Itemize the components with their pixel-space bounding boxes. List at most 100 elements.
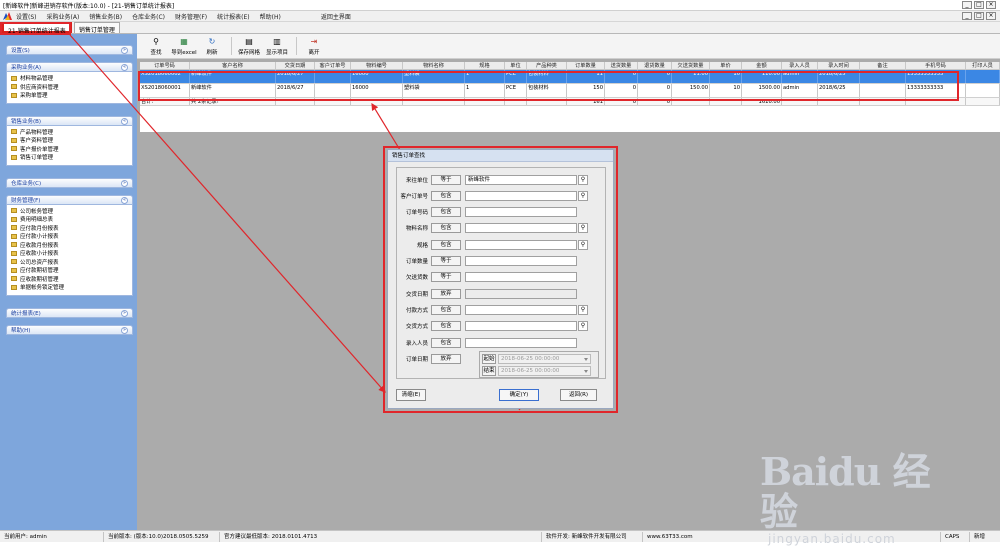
ok-button[interactable]: 确定(Y) (499, 389, 539, 401)
search-input[interactable] (465, 207, 577, 218)
search-input[interactable] (465, 337, 577, 348)
column-header[interactable]: 单位 (505, 62, 527, 69)
column-header[interactable]: 手机号码 (906, 62, 966, 69)
column-header[interactable]: 送货数量 (605, 62, 638, 69)
sidebar-item-receivable-subtotal[interactable]: 应收款小计报表 (11, 249, 132, 258)
sidebar-item-sales-order[interactable]: 销售订单管理 (11, 153, 132, 162)
chevron-up-icon[interactable]: « (121, 196, 128, 204)
sidebar-item-product[interactable]: 产品物料管理 (11, 128, 132, 137)
sidebar-header-reports[interactable]: 统计报表(E) » (6, 307, 133, 318)
date-end-label[interactable]: 结束 (482, 365, 496, 376)
column-header[interactable]: 客户名称 (190, 62, 276, 69)
column-header[interactable]: 打印人员 (966, 62, 1000, 69)
operator-button[interactable]: 包含 (431, 304, 461, 315)
search-icon[interactable]: ⚲ (578, 174, 588, 185)
column-header[interactable]: 规格 (465, 62, 505, 69)
operator-button[interactable]: 等于 (431, 256, 461, 266)
back-button[interactable]: 返回(R) (560, 389, 597, 401)
menu-reports[interactable]: 统计报表(E) (217, 12, 249, 21)
sidebar-item-company-account[interactable]: 公司帐务管理 (11, 207, 132, 216)
exit-button[interactable]: ⇥ 离开 (301, 37, 327, 58)
operator-button[interactable]: 包含 (431, 207, 461, 218)
column-header[interactable]: 单价 (710, 62, 742, 69)
search-input[interactable] (465, 190, 577, 201)
sidebar-header-finance[interactable]: 财务管理(F) « (6, 194, 133, 205)
sidebar-header-sales[interactable]: 销售业务(B) « (6, 115, 133, 126)
search-input[interactable] (465, 304, 577, 315)
find-button[interactable]: ⚲ 查找 (143, 37, 169, 58)
operator-button[interactable]: 放弃 (431, 353, 461, 364)
column-header[interactable]: 物料名称 (403, 62, 465, 69)
export-excel-button[interactable]: ▦ 导到excel (171, 37, 197, 58)
column-header[interactable]: 退货数量 (638, 62, 672, 69)
column-header[interactable]: 订单数量 (567, 62, 605, 69)
chevron-up-icon[interactable]: « (121, 64, 128, 71)
column-header[interactable]: 欠送货数量 (672, 62, 710, 69)
edit-button[interactable]: 清缩(E) (396, 389, 426, 401)
date-start-label[interactable]: 起始 (482, 353, 496, 364)
sidebar-header-settings[interactable]: 设置(S) » (6, 45, 133, 55)
search-input[interactable] (465, 239, 577, 250)
sidebar-item-purchase-order[interactable]: 采购单管理 (11, 91, 132, 100)
column-header[interactable]: 客户订单号 (315, 62, 351, 69)
sidebar-item-quote[interactable]: 客户报价单管理 (11, 145, 132, 154)
column-header[interactable]: 录入人员 (782, 62, 818, 69)
column-header[interactable]: 备注 (860, 62, 906, 69)
search-input[interactable] (465, 321, 577, 332)
menu-settings[interactable]: 设置(S) (16, 12, 37, 21)
operator-button[interactable]: 包含 (431, 223, 461, 234)
operator-button[interactable]: 包含 (431, 321, 461, 332)
operator-button[interactable]: 等于 (431, 272, 461, 283)
chevron-down-icon[interactable]: » (121, 47, 128, 54)
window-close-button[interactable]: × (986, 1, 996, 9)
search-icon[interactable]: ⚲ (578, 239, 588, 250)
child-close-button[interactable]: × (986, 12, 996, 20)
search-input[interactable]: 新峰软件 (465, 174, 577, 185)
menu-sales[interactable]: 销售业务(B) (89, 12, 122, 21)
sidebar-item-expense[interactable]: 费用明细总表 (11, 215, 132, 224)
chevron-down-icon[interactable]: » (121, 326, 128, 334)
chevron-up-icon[interactable]: « (121, 117, 128, 125)
column-header[interactable]: 产品种类 (527, 62, 567, 69)
operator-button[interactable]: 等于 (431, 174, 461, 185)
sidebar-item-total-assets[interactable]: 公司总资产报表 (11, 258, 132, 267)
tab-sales-order-management[interactable]: 销售订单管理 (73, 22, 120, 34)
search-input[interactable] (465, 272, 577, 283)
column-header[interactable]: 物料编号 (351, 62, 403, 69)
sidebar-item-payable-month[interactable]: 应付款月份报表 (11, 224, 132, 233)
sidebar-header-help[interactable]: 帮助(H) » (6, 324, 133, 335)
chevron-down-icon[interactable]: » (121, 309, 128, 317)
sidebar-item-payable-initial[interactable]: 应付款期初管理 (11, 266, 132, 275)
sidebar-item-receivable-month[interactable]: 应收款月份报表 (11, 241, 132, 250)
chevron-down-icon[interactable]: » (121, 179, 128, 187)
column-header[interactable]: 金额 (742, 62, 782, 69)
operator-button[interactable]: 包含 (431, 190, 461, 201)
search-icon[interactable]: ⚲ (578, 321, 588, 332)
operator-button[interactable]: 放弃 (431, 288, 461, 299)
sidebar-header-purchase[interactable]: 采购业务(A) « (6, 62, 133, 72)
sidebar-item-customer[interactable]: 客户资料管理 (11, 136, 132, 145)
window-minimize-button[interactable]: _ (962, 1, 972, 9)
operator-button[interactable]: 包含 (431, 239, 461, 250)
menu-return-main[interactable]: 返回主界面 (321, 12, 351, 21)
refresh-button[interactable]: ↻ 刷新 (199, 37, 225, 58)
sidebar-item-supplier[interactable]: 供应商资料管理 (11, 83, 132, 92)
search-input[interactable] (465, 223, 577, 234)
sidebar-header-warehouse[interactable]: 仓库业务(C) » (6, 177, 133, 188)
display-items-button[interactable]: ▥ 显示项目 (264, 37, 290, 58)
menu-finance[interactable]: 财务管理(F) (175, 12, 207, 21)
search-icon[interactable]: ⚲ (578, 223, 588, 234)
operator-button[interactable]: 包含 (431, 337, 461, 348)
window-maximize-button[interactable]: □ (974, 1, 984, 9)
child-maximize-button[interactable]: □ (974, 12, 984, 20)
column-header[interactable]: 录入时间 (818, 62, 860, 69)
column-header[interactable]: 交货日期 (276, 62, 315, 69)
search-icon[interactable]: ⚲ (578, 304, 588, 315)
column-header[interactable]: 订单号码 (140, 62, 190, 69)
menu-warehouse[interactable]: 仓库业务(C) (132, 12, 165, 21)
sidebar-item-account-lock[interactable]: 单据帐务锁定管理 (11, 283, 132, 292)
search-input[interactable] (465, 256, 577, 266)
child-minimize-button[interactable]: _ (962, 12, 972, 20)
menu-purchase[interactable]: 采购业务(A) (47, 12, 80, 21)
search-icon[interactable]: ⚲ (578, 190, 588, 201)
